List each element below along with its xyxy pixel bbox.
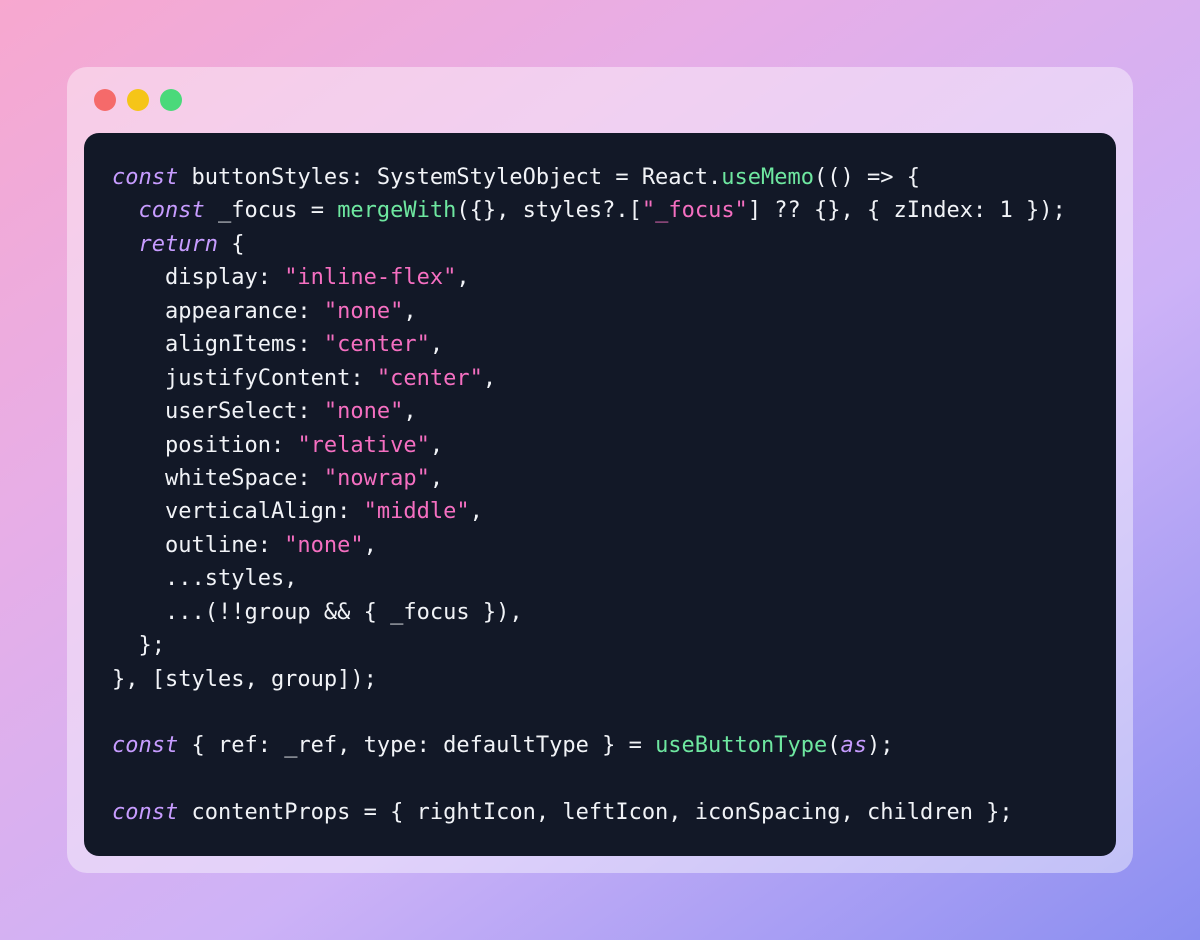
code-token: , <box>429 465 444 491</box>
code-token: const <box>112 733 179 759</box>
code-line: return { <box>112 228 1116 261</box>
code-line: const buttonStyles: SystemStyleObject = … <box>112 161 1116 194</box>
code-token: , <box>403 399 417 425</box>
code-token: }; <box>112 633 165 659</box>
code-token: verticalAlign: <box>112 499 364 525</box>
code-token: const <box>112 800 179 826</box>
code-token: ] ?? {}, { zIndex: 1 }); <box>747 198 1066 224</box>
code-token: "inline-flex" <box>284 265 457 291</box>
code-token: alignItems: <box>112 332 324 358</box>
code-line: display: "inline-flex", <box>112 261 1116 294</box>
code-token: "none" <box>323 399 404 425</box>
code-line: }; <box>112 629 1116 662</box>
code-line: const _focus = mergeWith({}, styles?.["_… <box>112 194 1116 227</box>
code-token: , <box>456 265 470 291</box>
code-token: justifyContent: <box>112 365 377 391</box>
code-token: "nowrap" <box>323 465 430 491</box>
code-token: const <box>138 198 205 224</box>
code-line: alignItems: "center", <box>112 328 1116 361</box>
code-token: , <box>429 332 444 358</box>
code-line: verticalAlign: "middle", <box>112 495 1116 528</box>
code-token: ...styles, <box>112 566 298 592</box>
code-token: display: <box>112 265 285 291</box>
code-line: whiteSpace: "nowrap", <box>112 462 1116 495</box>
code-token: "none" <box>284 532 364 558</box>
code-token: "relative" <box>297 432 430 458</box>
code-token: contentProps = { rightIcon, leftIcon, ic… <box>178 800 1013 826</box>
code-token: appearance: <box>112 298 324 324</box>
code-token: buttonStyles: SystemStyleObject = React. <box>178 165 722 190</box>
code-token: (() => { <box>814 165 920 190</box>
code-token: ({}, styles?.[ <box>456 198 642 224</box>
code-line: justifyContent: "center", <box>112 362 1116 395</box>
code-token: { <box>217 231 245 257</box>
code-line: }, [styles, group]); <box>112 663 1116 696</box>
code-line: const { ref: _ref, type: defaultType } =… <box>112 729 1116 762</box>
minimize-icon[interactable] <box>127 89 149 111</box>
code-token: , <box>429 432 444 458</box>
close-icon[interactable] <box>94 89 116 111</box>
code-token: , <box>403 298 417 324</box>
code-token: , <box>469 499 483 525</box>
code-token: outline: <box>112 532 285 558</box>
code-token: "middle" <box>363 499 470 525</box>
code-token: whiteSpace: <box>112 465 324 491</box>
code-token: position: <box>112 432 298 458</box>
code-line: position: "relative", <box>112 429 1116 462</box>
code-token: useButtonType <box>655 733 828 759</box>
code-line: ...styles, <box>112 562 1116 595</box>
code-token: const <box>112 165 179 190</box>
code-token: ); <box>867 733 894 759</box>
code-token: ...(!!group && { _focus }), <box>112 599 523 625</box>
code-token: "center" <box>376 365 483 391</box>
code-block: const buttonStyles: SystemStyleObject = … <box>84 133 1116 856</box>
maximize-icon[interactable] <box>160 89 182 111</box>
code-line: appearance: "none", <box>112 295 1116 328</box>
code-line: outline: "none", <box>112 529 1116 562</box>
code-token: , <box>363 532 377 558</box>
code-token: }, [styles, group]); <box>112 666 377 692</box>
code-line: const contentProps = { rightIcon, leftIc… <box>112 796 1116 829</box>
code-token: ( <box>827 733 841 759</box>
code-line: ...(!!group && { _focus }), <box>112 596 1116 629</box>
code-token: { ref: _ref, type: defaultType } = <box>178 733 656 759</box>
code-token: , <box>482 365 497 391</box>
code-token: _focus = <box>204 198 338 224</box>
code-token: "center" <box>323 332 430 358</box>
code-token: "_focus" <box>641 198 748 224</box>
code-token: return <box>138 231 218 257</box>
code-token: mergeWith <box>337 198 457 224</box>
code-token: userSelect: <box>112 399 324 425</box>
window-controls <box>94 89 182 111</box>
code-token: as <box>840 733 868 759</box>
code-token: "none" <box>323 298 404 324</box>
code-line: userSelect: "none", <box>112 395 1116 428</box>
code-token: useMemo <box>721 165 815 190</box>
